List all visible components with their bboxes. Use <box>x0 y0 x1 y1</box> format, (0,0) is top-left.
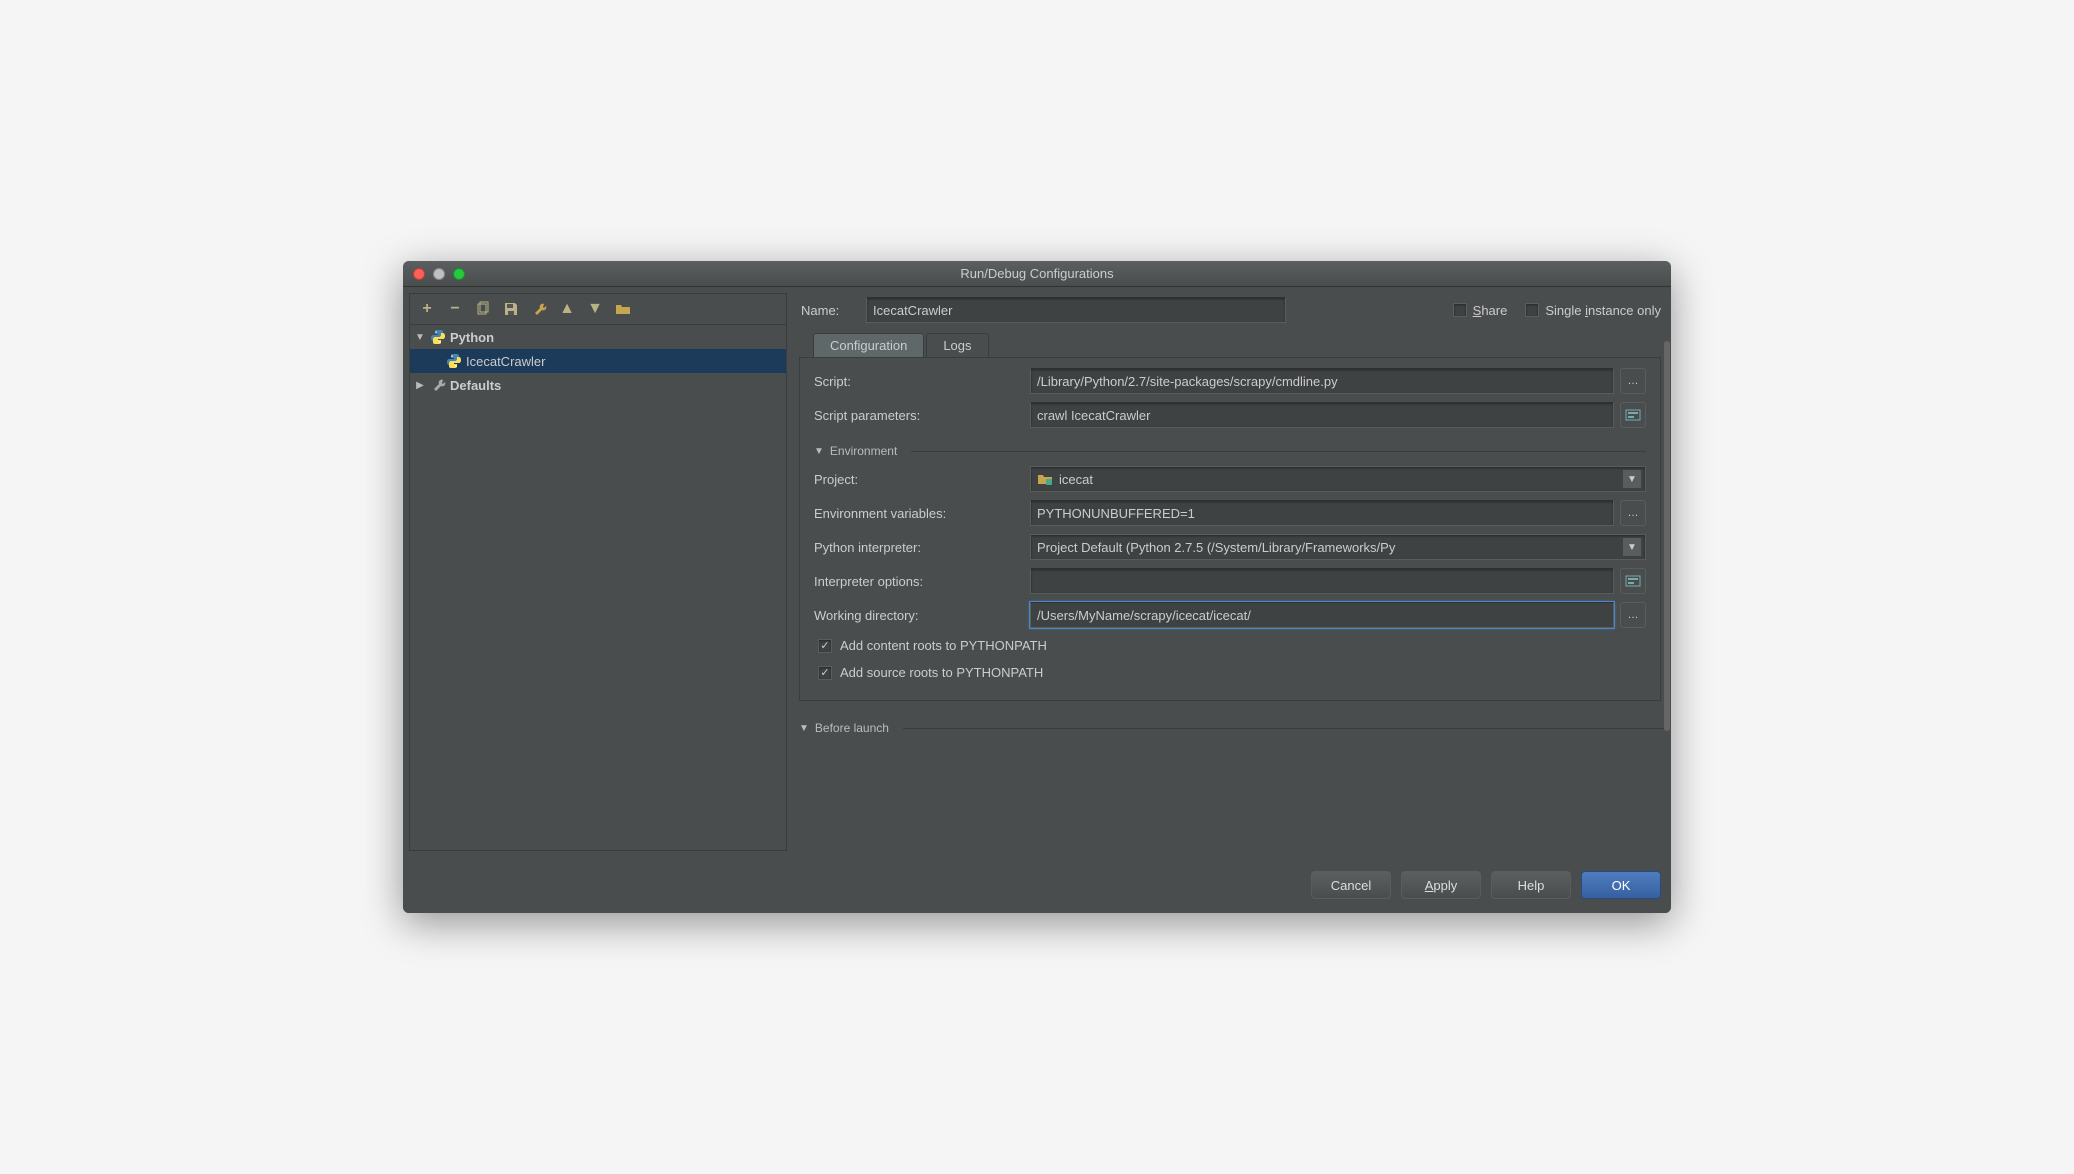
tree-node-defaults[interactable]: ▶ Defaults <box>410 373 786 397</box>
project-dropdown[interactable]: icecat ▼ <box>1030 466 1646 492</box>
dropdown-arrow-icon: ▼ <box>1623 470 1641 488</box>
copy-config-button[interactable] <box>474 300 492 318</box>
python-icon <box>430 329 446 345</box>
before-launch-label: Before launch <box>815 721 889 735</box>
main-panel: Name: Share Single instance only Configu… <box>795 287 1671 857</box>
project-label: Project: <box>814 472 1024 487</box>
expand-interp-options-button[interactable] <box>1620 568 1646 594</box>
interpreter-value: Project Default (Python 2.7.5 (/System/L… <box>1037 540 1395 555</box>
window-controls <box>413 268 465 280</box>
apply-button[interactable]: Apply <box>1401 871 1481 899</box>
workdir-label: Working directory: <box>814 608 1024 623</box>
move-down-button[interactable]: ▼ <box>586 300 604 318</box>
tree-label: IcecatCrawler <box>466 354 545 369</box>
environment-section-header[interactable]: ▼ Environment <box>814 444 1646 458</box>
interpreter-row: Python interpreter: Project Default (Pyt… <box>814 534 1646 560</box>
add-config-button[interactable]: + <box>418 300 436 318</box>
tab-configuration[interactable]: Configuration <box>813 333 924 357</box>
configurations-sidebar: + − ▲ ▼ ▼ <box>409 293 787 851</box>
single-instance-checkbox-row[interactable]: Single instance only <box>1525 303 1661 318</box>
name-input[interactable] <box>866 297 1286 323</box>
edit-envvars-button[interactable]: … <box>1620 500 1646 526</box>
project-icon <box>1037 471 1053 487</box>
tree-label: Python <box>450 330 494 345</box>
workdir-input[interactable] <box>1030 602 1614 628</box>
tree-node-python[interactable]: ▼ Python <box>410 325 786 349</box>
scrollbar[interactable] <box>1664 341 1670 731</box>
source-roots-row[interactable]: Add source roots to PYTHONPATH <box>814 663 1646 682</box>
script-row: Script: … <box>814 368 1646 394</box>
share-label: Share <box>1473 303 1508 318</box>
dialog-window: Run/Debug Configurations + − ▲ ▼ <box>403 261 1671 913</box>
before-launch-section[interactable]: ▼ Before launch <box>799 721 1665 735</box>
interp-options-input[interactable] <box>1030 568 1614 594</box>
collapse-arrow-icon[interactable]: ▼ <box>799 723 809 734</box>
single-instance-label: Single instance only <box>1545 303 1661 318</box>
cancel-button[interactable]: Cancel <box>1311 871 1391 899</box>
python-icon <box>446 353 462 369</box>
single-instance-checkbox[interactable] <box>1525 303 1539 317</box>
environment-section-label: Environment <box>830 444 897 458</box>
sidebar-toolbar: + − ▲ ▼ <box>410 294 786 325</box>
name-label: Name: <box>801 303 856 318</box>
project-value: icecat <box>1059 472 1093 487</box>
expand-arrow-icon[interactable]: ▼ <box>414 332 426 343</box>
script-params-label: Script parameters: <box>814 408 1024 423</box>
config-tree[interactable]: ▼ Python IcecatCrawler ▶ <box>410 325 786 850</box>
tab-bar: Configuration Logs <box>813 333 1665 357</box>
browse-script-button[interactable]: … <box>1620 368 1646 394</box>
browse-workdir-button[interactable]: … <box>1620 602 1646 628</box>
zoom-window-icon[interactable] <box>453 268 465 280</box>
dropdown-arrow-icon: ▼ <box>1623 538 1641 556</box>
move-up-button[interactable]: ▲ <box>558 300 576 318</box>
minimize-window-icon[interactable] <box>433 268 445 280</box>
project-row: Project: icecat ▼ <box>814 466 1646 492</box>
edit-defaults-button[interactable] <box>530 300 548 318</box>
collapse-arrow-icon[interactable]: ▼ <box>814 446 824 457</box>
share-checkbox-row[interactable]: Share <box>1453 303 1508 318</box>
ok-button[interactable]: OK <box>1581 871 1661 899</box>
expand-arrow-icon[interactable]: ▶ <box>414 380 426 391</box>
titlebar[interactable]: Run/Debug Configurations <box>403 261 1671 287</box>
workdir-row: Working directory: … <box>814 602 1646 628</box>
envvars-label: Environment variables: <box>814 506 1024 521</box>
source-roots-checkbox[interactable] <box>818 666 832 680</box>
window-title: Run/Debug Configurations <box>960 266 1113 281</box>
name-row: Name: Share Single instance only <box>795 291 1665 333</box>
tree-node-icecatcrawler[interactable]: IcecatCrawler <box>410 349 786 373</box>
interpreter-label: Python interpreter: <box>814 540 1024 555</box>
script-params-input[interactable] <box>1030 402 1614 428</box>
content-roots-row[interactable]: Add content roots to PYTHONPATH <box>814 636 1646 655</box>
share-checkbox[interactable] <box>1453 303 1467 317</box>
script-params-row: Script parameters: <box>814 402 1646 428</box>
tree-label: Defaults <box>450 378 501 393</box>
interp-options-row: Interpreter options: <box>814 568 1646 594</box>
script-label: Script: <box>814 374 1024 389</box>
interpreter-dropdown[interactable]: Project Default (Python 2.7.5 (/System/L… <box>1030 534 1646 560</box>
help-button[interactable]: Help <box>1491 871 1571 899</box>
source-roots-label: Add source roots to PYTHONPATH <box>840 665 1043 680</box>
close-window-icon[interactable] <box>413 268 425 280</box>
dialog-footer: Cancel Apply Help OK <box>403 857 1671 913</box>
save-config-button[interactable] <box>502 300 520 318</box>
configuration-panel: Script: … Script parameters: <box>799 357 1661 701</box>
envvars-input[interactable] <box>1030 500 1614 526</box>
expand-params-button[interactable] <box>1620 402 1646 428</box>
wrench-icon <box>430 377 446 393</box>
envvars-row: Environment variables: … <box>814 500 1646 526</box>
folder-button[interactable] <box>614 300 632 318</box>
remove-config-button[interactable]: − <box>446 300 464 318</box>
interp-options-label: Interpreter options: <box>814 574 1024 589</box>
content-roots-label: Add content roots to PYTHONPATH <box>840 638 1047 653</box>
content-roots-checkbox[interactable] <box>818 639 832 653</box>
tab-logs[interactable]: Logs <box>926 333 988 357</box>
script-input[interactable] <box>1030 368 1614 394</box>
